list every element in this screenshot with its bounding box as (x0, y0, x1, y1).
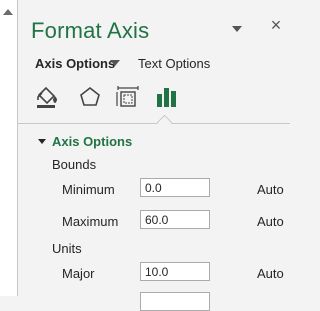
paint-bucket-icon[interactable] (34, 84, 60, 110)
scroll-up-icon[interactable] (3, 9, 13, 15)
major-auto-label: Auto (257, 266, 284, 281)
chevron-down-icon[interactable] (110, 60, 120, 66)
axis-options-section-title[interactable]: Axis Options (52, 134, 132, 149)
collapse-caret-icon[interactable] (38, 139, 46, 144)
pane-options-dropdown-icon[interactable] (232, 26, 242, 32)
minimum-auto-label: Auto (257, 182, 284, 197)
major-label: Major (62, 266, 95, 281)
pane-title: Format Axis (31, 18, 150, 43)
minor-input[interactable] (140, 292, 210, 311)
selected-tab-indicator (156, 114, 173, 131)
pentagon-icon[interactable] (77, 84, 103, 110)
left-scroll-strip (0, 0, 18, 296)
bar-chart-icon[interactable] (154, 84, 180, 110)
size-properties-icon[interactable] (115, 84, 141, 110)
units-label: Units (52, 241, 82, 256)
axis-options-tab[interactable]: Axis Options (35, 56, 115, 71)
text-options-tab[interactable]: Text Options (138, 56, 210, 71)
close-icon[interactable]: × (268, 16, 284, 34)
minimum-label: Minimum (62, 182, 115, 197)
maximum-reset-label: Auto (257, 214, 284, 229)
minimum-input[interactable] (140, 178, 210, 197)
maximum-input[interactable] (140, 210, 210, 229)
maximum-label: Maximum (62, 214, 119, 229)
major-input[interactable] (140, 262, 210, 281)
bounds-label: Bounds (52, 157, 97, 172)
tab-divider (17, 123, 290, 124)
